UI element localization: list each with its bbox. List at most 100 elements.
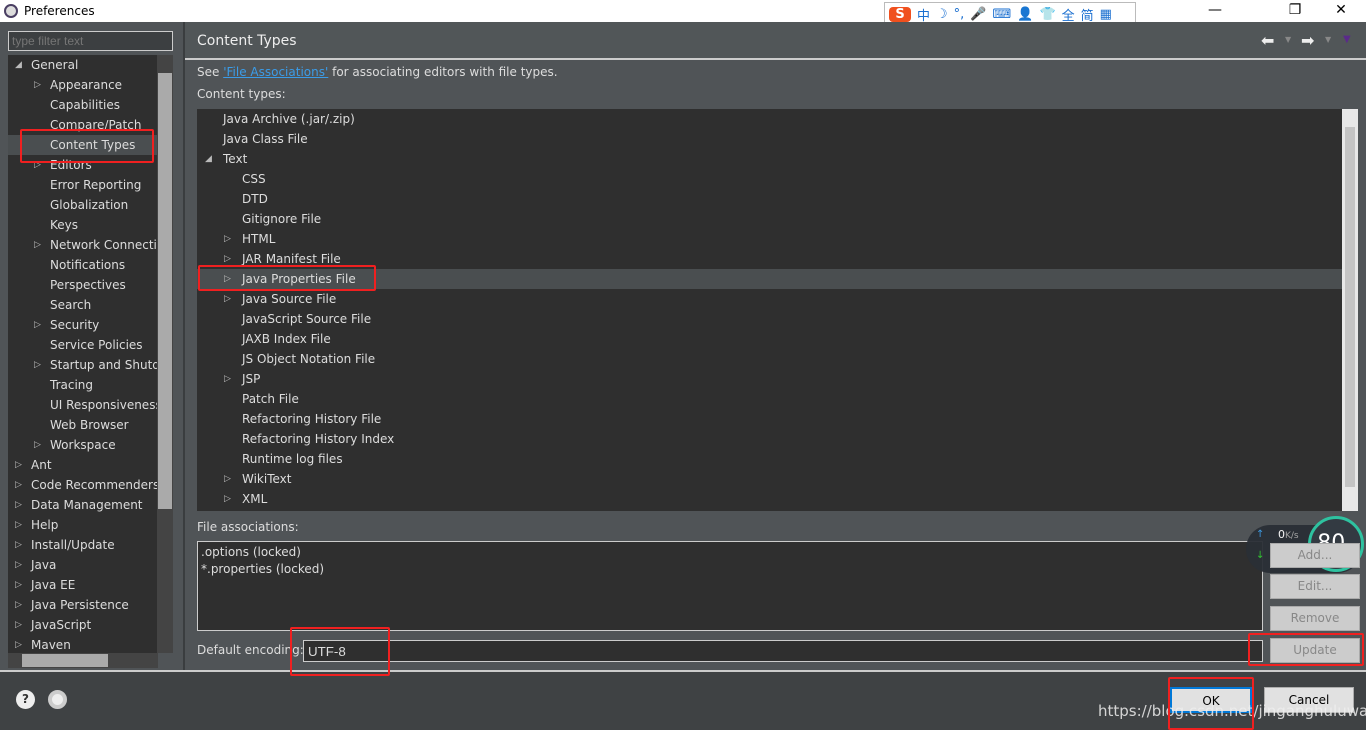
list-item[interactable]: *.properties (locked) [201,561,1259,578]
tree-item[interactable]: Refactoring History File [197,409,1342,429]
expand-icon[interactable]: ▷ [224,229,231,249]
edit-button[interactable]: Edit... [1270,574,1360,599]
tree-item[interactable]: Notifications [8,255,158,275]
tree-item[interactable]: UI Responsiveness [8,395,158,415]
keyboard-icon[interactable]: ⌨ [993,7,1012,22]
default-encoding-input[interactable] [303,640,1263,662]
tree-item[interactable]: ▷ Help [8,515,158,535]
expand-icon[interactable]: ▷ [34,315,41,335]
tree-vertical-scrollbar[interactable] [157,55,173,653]
view-menu-icon[interactable]: ▼ [1343,34,1351,45]
ime-item[interactable]: 中 [917,5,930,24]
tree-horizontal-scrollbar[interactable] [8,653,158,668]
expand-icon[interactable]: ▷ [34,355,41,375]
tree-item[interactable]: ▷ JSP [197,369,1342,389]
expand-icon[interactable]: ▷ [34,435,41,455]
tree-item[interactable]: JS Object Notation File [197,349,1342,369]
expand-icon[interactable]: ▷ [15,475,22,495]
remove-button[interactable]: Remove [1270,606,1360,631]
expand-icon[interactable]: ▷ [34,235,41,255]
tree-item[interactable]: ▷ Appearance [8,75,158,95]
expand-icon[interactable]: ▷ [15,515,22,535]
tree-item[interactable]: Tracing [8,375,158,395]
forward-icon[interactable]: ➡ [1301,31,1314,50]
record-icon[interactable] [48,690,67,709]
expand-icon[interactable]: ▷ [15,615,22,635]
file-associations-list[interactable]: .options (locked) *.properties (locked) [197,541,1263,631]
tree-item[interactable]: ◢ General [8,55,158,75]
tree-item[interactable]: Web Browser [8,415,158,435]
tree-item[interactable]: ▷ Java EE [8,575,158,595]
list-item[interactable]: .options (locked) [201,544,1259,561]
tree-item[interactable]: Runtime log files [197,449,1342,469]
tree-item[interactable]: Keys [8,215,158,235]
mic-icon[interactable]: 🎤 [970,7,986,22]
ime-item[interactable]: 简 [1081,5,1094,24]
tree-item[interactable]: Gitignore File [197,209,1342,229]
back-icon[interactable]: ⬅ [1261,31,1274,50]
forward-menu-icon[interactable]: ▼ [1325,35,1331,44]
collapse-icon[interactable]: ◢ [205,149,212,169]
tree-item[interactable]: DTD [197,189,1342,209]
tree-item[interactable]: ▷ Java Source File [197,289,1342,309]
tree-item[interactable]: JavaScript Source File [197,309,1342,329]
help-icon[interactable]: ? [16,690,35,709]
ime-item[interactable]: °, [954,7,965,22]
tree-item[interactable]: ▷ Security [8,315,158,335]
tree-item[interactable]: ▷ Data Management [8,495,158,515]
add-button[interactable]: Add... [1270,543,1360,568]
tree-item[interactable]: Search [8,295,158,315]
tree-item[interactable]: ▷ JavaScript [8,615,158,635]
content-tree-scrollbar[interactable] [1342,109,1358,511]
ime-item[interactable]: ☽ [936,7,948,22]
expand-icon[interactable]: ▷ [15,595,22,615]
sash[interactable] [183,22,185,670]
tree-item[interactable]: ▷ Java [8,555,158,575]
tree-item[interactable]: ▷ HTML [197,229,1342,249]
tree-item[interactable]: ▷ Code Recommenders [8,475,158,495]
tree-item[interactable]: Refactoring History Index [197,429,1342,449]
user-icon[interactable]: 👤 [1017,7,1033,22]
expand-icon[interactable]: ▷ [15,575,22,595]
tree-item[interactable]: Java Archive (.jar/.zip) [197,109,1342,129]
expand-icon[interactable]: ▷ [224,289,231,309]
tree-item[interactable]: Java Class File [197,129,1342,149]
tree-item[interactable]: JAXB Index File [197,329,1342,349]
expand-icon[interactable]: ▷ [224,489,231,509]
grid-icon[interactable]: ▦ [1100,7,1112,22]
close-button[interactable]: ✕ [1326,2,1356,18]
tree-item[interactable]: Service Policies [8,335,158,355]
expand-icon[interactable]: ▷ [15,555,22,575]
tree-item[interactable]: ▷ Java Persistence [8,595,158,615]
expand-icon[interactable]: ▷ [34,75,41,95]
tree-item[interactable]: ▷ XML [197,489,1342,509]
file-associations-link[interactable]: 'File Associations' [223,65,328,79]
tree-item[interactable]: ▷ Ant [8,455,158,475]
expand-icon[interactable]: ▷ [15,495,22,515]
expand-icon[interactable]: ▷ [224,469,231,489]
tree-item[interactable]: ▷ Workspace [8,435,158,455]
tree-item[interactable]: Patch File [197,389,1342,409]
back-menu-icon[interactable]: ▼ [1285,35,1291,44]
filter-input[interactable] [8,31,173,51]
tree-item[interactable]: Globalization [8,195,158,215]
minimize-button[interactable]: — [1200,2,1230,18]
expand-icon[interactable]: ▷ [15,635,22,653]
expand-icon[interactable]: ▷ [15,455,22,475]
ime-item[interactable]: 全 [1062,5,1075,24]
tree-item[interactable]: ▷ Install/Update [8,535,158,555]
collapse-icon[interactable]: ◢ [15,55,22,75]
tree-item[interactable]: Capabilities [8,95,158,115]
restore-button[interactable]: ❐ [1280,2,1310,18]
skin-icon[interactable]: 👕 [1039,7,1055,22]
expand-icon[interactable]: ▷ [15,535,22,555]
tree-item[interactable]: Perspectives [8,275,158,295]
expand-icon[interactable]: ▷ [224,369,231,389]
tree-item[interactable]: CSS [197,169,1342,189]
tree-item[interactable]: ▷ Maven [8,635,158,653]
tree-item[interactable]: Error Reporting [8,175,158,195]
tree-item[interactable]: ◢ Text [197,149,1342,169]
tree-item[interactable]: ▷ Startup and Shutdown [8,355,158,375]
tree-item[interactable]: ▷ WikiText [197,469,1342,489]
tree-item[interactable]: ▷ Network Connections [8,235,158,255]
